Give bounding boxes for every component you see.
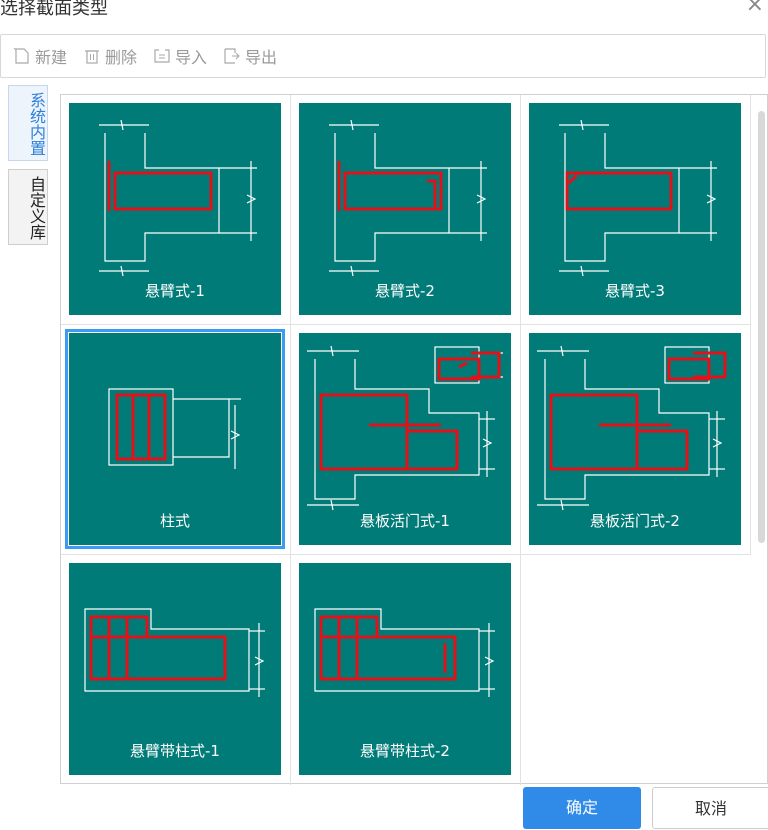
- section-card-cantilever-3[interactable]: 悬臂式-3: [529, 103, 741, 315]
- gallery-cell: 悬臂带柱式-2: [291, 555, 521, 785]
- export-icon: [224, 48, 240, 64]
- toolbar: 新建 删除 导入 导出: [0, 34, 766, 78]
- section-label: 悬臂式-1: [145, 282, 205, 300]
- gallery-scrollbar[interactable]: [758, 111, 765, 543]
- gallery-cell: 悬臂带柱式-1: [61, 555, 291, 785]
- trash-icon: [85, 50, 100, 64]
- gallery-cell: 悬臂式-3: [521, 95, 751, 325]
- export-button[interactable]: 导出: [223, 44, 277, 68]
- section-card-slab-door-1[interactable]: 悬板活门式-1: [299, 333, 511, 545]
- section-card-cantilever-1[interactable]: 悬臂式-1: [69, 103, 281, 315]
- category-sidebar: 系统内置 自定义库: [8, 85, 48, 253]
- tab-system-builtin[interactable]: 系统内置: [8, 85, 48, 161]
- section-card-cantilever-column-1[interactable]: 悬臂带柱式-1: [69, 563, 281, 775]
- cancel-button[interactable]: 取消: [652, 787, 768, 829]
- new-file-icon: [13, 47, 29, 64]
- gallery-cell: 悬臂式-1: [61, 95, 291, 325]
- confirm-button[interactable]: 确定: [523, 787, 641, 829]
- section-label: 悬臂带柱式-2: [360, 742, 450, 760]
- delete-label: 删除: [105, 48, 138, 67]
- new-label: 新建: [35, 48, 68, 67]
- import-button[interactable]: 导入: [153, 44, 207, 68]
- delete-button[interactable]: 删除: [83, 44, 137, 68]
- import-label: 导入: [175, 48, 208, 67]
- export-label: 导出: [245, 48, 278, 67]
- import-icon: [154, 49, 170, 63]
- section-card-column[interactable]: 柱式: [65, 329, 285, 549]
- section-type-gallery: 悬臂式-1 悬臂式-2 悬臂式-3 柱式 悬板活门式-1 悬板活门式-2 悬臂带…: [60, 94, 768, 785]
- gallery-cell: 悬板活门式-1: [291, 325, 521, 555]
- gallery-cell: 柱式: [61, 325, 291, 555]
- gallery-cell: 悬板活门式-2: [521, 325, 751, 555]
- section-card-cantilever-column-2[interactable]: 悬臂带柱式-2: [299, 563, 511, 775]
- close-icon[interactable]: ×: [746, 0, 764, 17]
- section-label: 悬臂式-3: [605, 282, 665, 300]
- gallery-cell: 悬臂式-2: [291, 95, 521, 325]
- section-label: 悬臂带柱式-1: [130, 742, 220, 760]
- section-label: 悬板活门式-2: [590, 512, 680, 530]
- new-button[interactable]: 新建: [13, 44, 67, 68]
- section-label: 悬臂式-2: [375, 282, 435, 300]
- dialog-title: 选择截面类型: [0, 0, 108, 19]
- section-card-cantilever-2[interactable]: 悬臂式-2: [299, 103, 511, 315]
- section-card-slab-door-2[interactable]: 悬板活门式-2: [529, 333, 741, 545]
- tab-custom-library[interactable]: 自定义库: [8, 169, 48, 245]
- section-label: 柱式: [159, 512, 190, 530]
- section-label: 悬板活门式-1: [360, 512, 450, 530]
